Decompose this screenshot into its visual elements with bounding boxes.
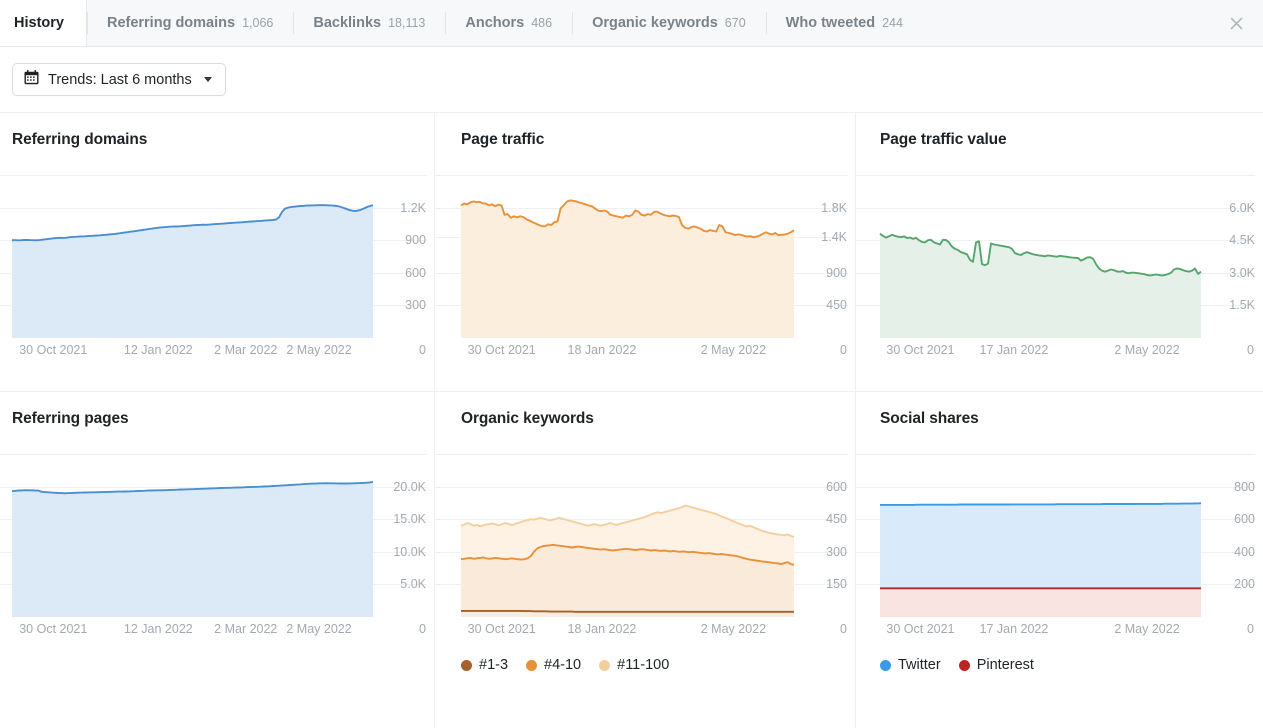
x-axis-tick-label: 18 Jan 2022 bbox=[567, 622, 637, 636]
chart-social-shares[interactable]: 800 600 400 200 bbox=[856, 432, 1263, 617]
chart-title: Page traffic bbox=[461, 131, 545, 148]
x-axis-tick-label: 2 May 2022 bbox=[700, 343, 767, 357]
legend-item[interactable]: #1-3 bbox=[461, 657, 508, 673]
legend-item[interactable]: Pinterest bbox=[958, 657, 1034, 673]
x-axis-tick-label: 30 Oct 2021 bbox=[467, 343, 536, 357]
x-axis-labels: 30 Oct 2021 17 Jan 2022 2 May 2022 0 bbox=[856, 343, 1263, 365]
legend-dot-icon bbox=[461, 659, 472, 671]
x-axis-tick-label: 2 Mar 2022 bbox=[214, 622, 278, 636]
x-axis-tick-label: 12 Jan 2022 bbox=[123, 343, 193, 357]
x-axis-tick-label: 17 Jan 2022 bbox=[979, 622, 1049, 636]
tab-referring-domains[interactable]: Referring domains 1,066 bbox=[86, 0, 293, 46]
legend-label: #11-100 bbox=[617, 657, 670, 673]
chart-card-social-shares: Social shares 800 600 400 200 30 Oct 2021 17 … bbox=[856, 392, 1263, 728]
tab-label: Backlinks bbox=[313, 15, 382, 31]
x-axis-tick-label: 2 May 2022 bbox=[700, 622, 767, 636]
tab-bar-spacer bbox=[923, 0, 1209, 46]
tab-label: Referring domains bbox=[106, 15, 236, 31]
y-axis-zero-label: 0 bbox=[419, 622, 426, 636]
y-axis-zero-label: 0 bbox=[419, 343, 426, 357]
x-axis-tick-label: 2 May 2022 bbox=[286, 343, 352, 357]
x-axis-tick-label: 30 Oct 2021 bbox=[886, 622, 955, 636]
tab-count: 1,066 bbox=[242, 16, 274, 30]
chart-page-traffic[interactable]: 1.8K 1.4K 900 450 bbox=[435, 153, 855, 338]
chart-card-page-traffic-value: Page traffic value 6.0K 4.5K 3.0K 1.5K 30 Oc… bbox=[856, 113, 1263, 392]
legend-label: #1-3 bbox=[479, 657, 509, 673]
calendar-icon bbox=[24, 70, 39, 89]
tab-backlinks[interactable]: Backlinks 18,113 bbox=[293, 0, 445, 46]
toolbar: Trends: Last 6 months bbox=[0, 47, 1263, 113]
tab-count: 670 bbox=[724, 16, 746, 30]
legend-label: Pinterest bbox=[976, 657, 1034, 673]
chart-title: Page traffic value bbox=[880, 131, 1007, 148]
x-axis-tick-label: 2 May 2022 bbox=[1114, 343, 1180, 357]
tab-history[interactable]: History bbox=[0, 0, 87, 46]
chart-referring-domains[interactable]: 1.2K 900 600 300 bbox=[0, 153, 434, 338]
y-axis-zero-label: 0 bbox=[1247, 343, 1254, 357]
y-axis-zero-label: 0 bbox=[840, 622, 847, 636]
trends-period-label: Trends: Last 6 months bbox=[48, 71, 192, 88]
tab-label: History bbox=[14, 15, 64, 31]
chart-title: Referring pages bbox=[12, 410, 129, 427]
charts-grid: Referring domains 1.2K 900 600 300 30 Oct 20… bbox=[0, 113, 1263, 728]
x-axis-tick-label: 12 Jan 2022 bbox=[123, 622, 193, 636]
chart-organic-keywords[interactable]: 600 450 300 150 bbox=[435, 432, 855, 617]
x-axis-labels: 30 Oct 2021 18 Jan 2022 2 May 2022 0 bbox=[435, 622, 855, 644]
legend-dot-icon bbox=[526, 659, 538, 671]
x-axis-tick-label: 2 May 2022 bbox=[286, 622, 352, 636]
chart-card-referring-pages: Referring pages 20.0K 15.0K 10.0K 5.0K 30 Oc… bbox=[0, 392, 435, 728]
chart-referring-pages[interactable]: 20.0K 15.0K 10.0K 5.0K bbox=[0, 432, 434, 617]
tab-count: 18,113 bbox=[388, 16, 426, 30]
chart-card-referring-domains: Referring domains 1.2K 900 600 300 30 Oct 20… bbox=[0, 113, 435, 392]
tab-who-tweeted[interactable]: Who tweeted 244 bbox=[765, 0, 923, 46]
legend-item[interactable]: #4-10 bbox=[526, 657, 581, 673]
y-axis-zero-label: 0 bbox=[1247, 622, 1254, 636]
legend-item[interactable]: Twitter bbox=[880, 657, 941, 673]
legend-item[interactable]: #11-100 bbox=[599, 657, 669, 673]
x-axis-labels: 30 Oct 2021 12 Jan 2022 2 Mar 2022 2 May 20… bbox=[0, 343, 434, 365]
tab-label: Anchors bbox=[465, 15, 525, 31]
x-axis-labels: 30 Oct 2021 17 Jan 2022 2 May 2022 0 bbox=[856, 622, 1263, 644]
chart-card-page-traffic: Page traffic 1.8K 1.4K 900 450 30 Oct 2021 18… bbox=[435, 113, 856, 392]
legend-dot-icon bbox=[880, 659, 891, 671]
chart-title: Social shares bbox=[880, 410, 979, 427]
tab-anchors[interactable]: Anchors 486 bbox=[445, 0, 572, 46]
tab-label: Who tweeted bbox=[785, 15, 876, 31]
close-icon bbox=[1228, 15, 1245, 32]
legend-label: #4-10 bbox=[544, 657, 582, 673]
tab-label: Organic keywords bbox=[592, 15, 718, 31]
x-axis-tick-label: 17 Jan 2022 bbox=[979, 343, 1049, 357]
x-axis-tick-label: 2 Mar 2022 bbox=[214, 343, 278, 357]
chart-title: Organic keywords bbox=[461, 410, 594, 427]
legend-organic-keywords: #1-3 #4-10 #11-100 bbox=[435, 657, 855, 673]
x-axis-labels: 30 Oct 2021 18 Jan 2022 2 May 2022 0 bbox=[435, 343, 855, 365]
legend-social-shares: Twitter Pinterest bbox=[856, 657, 1263, 673]
tab-bar: History Referring domains 1,066 Backlink… bbox=[0, 0, 1263, 47]
x-axis-tick-label: 30 Oct 2021 bbox=[886, 343, 955, 357]
x-axis-tick-label: 30 Oct 2021 bbox=[19, 622, 88, 636]
chart-title: Referring domains bbox=[12, 131, 148, 148]
legend-dot-icon bbox=[958, 659, 970, 671]
legend-label: Twitter bbox=[898, 657, 941, 673]
x-axis-labels: 30 Oct 2021 12 Jan 2022 2 Mar 2022 2 May 20… bbox=[0, 622, 434, 644]
x-axis-tick-label: 2 May 2022 bbox=[1114, 622, 1180, 636]
chart-page-traffic-value[interactable]: 6.0K 4.5K 3.0K 1.5K bbox=[856, 153, 1263, 338]
chevron-down-icon bbox=[203, 77, 212, 82]
tab-count: 486 bbox=[531, 16, 553, 30]
x-axis-tick-label: 30 Oct 2021 bbox=[467, 622, 536, 636]
x-axis-tick-label: 30 Oct 2021 bbox=[19, 343, 88, 357]
y-axis-zero-label: 0 bbox=[840, 343, 847, 357]
tab-count: 244 bbox=[882, 16, 903, 30]
trends-period-button[interactable]: Trends: Last 6 months bbox=[12, 63, 226, 96]
chart-card-organic-keywords: Organic keywords 600 450 300 150 30 Oct 2021… bbox=[435, 392, 856, 728]
tab-organic-keywords[interactable]: Organic keywords 670 bbox=[572, 0, 766, 46]
x-axis-tick-label: 18 Jan 2022 bbox=[567, 343, 637, 357]
close-button[interactable] bbox=[1209, 0, 1263, 46]
legend-dot-icon bbox=[599, 659, 611, 671]
